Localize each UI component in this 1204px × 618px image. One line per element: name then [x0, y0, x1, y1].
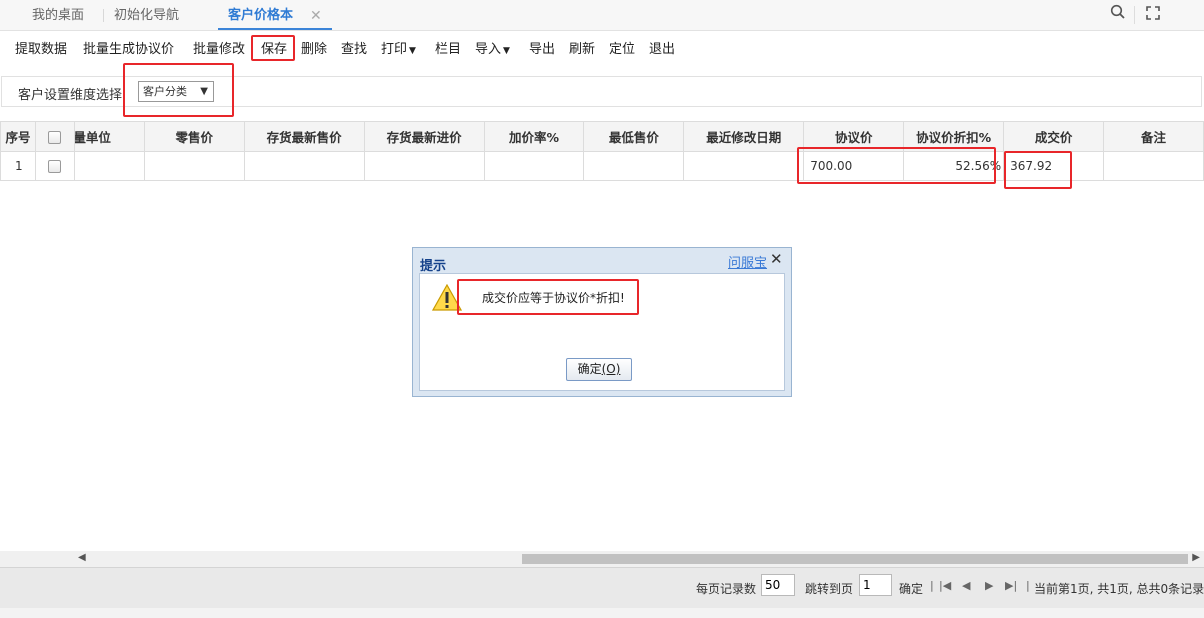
help-link[interactable]: 问服宝 — [728, 252, 767, 271]
col-header-unit-label: 计量单位 — [74, 130, 111, 145]
batch-generate-button[interactable]: 批量生成协议价 — [83, 38, 174, 57]
close-icon[interactable]: ✕ — [770, 250, 783, 268]
toolbar-divider — [1134, 6, 1135, 24]
next-page-icon[interactable]: ▶ — [985, 579, 993, 592]
cell-latest-sale[interactable] — [243, 151, 365, 181]
cell-modified[interactable] — [683, 151, 805, 181]
annotation-message-highlight — [457, 279, 639, 315]
annotation-price-highlight — [797, 147, 996, 184]
tab-bar: 我的桌面 初始化导航 客户价格本 ✕ — [0, 0, 1204, 31]
scrollbar-thumb[interactable] — [522, 554, 1188, 564]
bottom-strip — [0, 608, 1204, 618]
find-button[interactable]: 查找 — [341, 38, 367, 57]
pager-divider: | — [930, 579, 934, 592]
select-all-checkbox[interactable] — [48, 131, 62, 144]
col-header-latest-sale[interactable]: 存货最新售价 — [243, 121, 365, 152]
dialog-title: 提示 — [420, 259, 447, 274]
prev-page-icon[interactable]: ◀ — [962, 579, 970, 592]
confirm-page-button[interactable]: 确定 — [899, 580, 923, 597]
row-checkbox[interactable] — [48, 160, 62, 173]
table-header-row: 序号 计量单位 零售价 存货最新售价 存货最新进价 加价率% 最低售价 最近修改… — [0, 121, 1204, 152]
goto-page-label: 跳转到页 — [805, 582, 854, 596]
annotation-filter-highlight — [123, 63, 234, 117]
cell-markup[interactable] — [483, 151, 585, 181]
scroll-right-icon[interactable]: ▶ — [1192, 552, 1200, 563]
col-header-remark[interactable]: 备注 — [1103, 121, 1204, 152]
col-header-latest-purchase[interactable]: 存货最新进价 — [363, 121, 485, 152]
import-button[interactable]: 导入 ▼ — [475, 38, 510, 57]
exit-button[interactable]: 退出 — [649, 38, 675, 57]
print-label: 打印 — [381, 42, 408, 57]
col-header-modified[interactable]: 最近修改日期 — [683, 121, 805, 152]
annotation-deal-highlight — [1004, 151, 1072, 189]
col-header-min-price[interactable]: 最低售价 — [583, 121, 685, 152]
cell-retail[interactable] — [143, 151, 245, 181]
export-button[interactable]: 导出 — [529, 38, 555, 57]
tab-label: 客户价格本 — [228, 8, 294, 23]
tab-customer-price-book[interactable]: 客户价格本 ✕ — [218, 0, 332, 30]
horizontal-scrollbar[interactable]: ◀ ▶ — [0, 551, 1204, 567]
app-window: 我的桌面 初始化导航 客户价格本 ✕ 提取数据 批量生成协议价 批量修改 保存 … — [0, 0, 1204, 618]
pager-divider: | — [1026, 579, 1030, 592]
cell-seq: 1 — [0, 151, 36, 181]
refresh-button[interactable]: 刷新 — [569, 38, 595, 57]
chevron-down-icon: ▼ — [503, 46, 510, 56]
delete-button[interactable]: 删除 — [301, 38, 327, 57]
scroll-left-icon[interactable]: ◀ — [78, 552, 86, 563]
first-page-icon[interactable]: |◀ — [939, 579, 951, 592]
col-header-unit[interactable]: 计量单位 — [73, 121, 145, 152]
last-page-icon[interactable]: ▶| — [1005, 579, 1017, 592]
cell-select[interactable] — [34, 151, 75, 181]
locate-button[interactable]: 定位 — [609, 38, 635, 57]
ok-shortcut: (O) — [601, 362, 621, 376]
cell-min-price[interactable] — [583, 151, 685, 181]
cell-remark[interactable] — [1103, 151, 1204, 181]
ok-button[interactable]: 确定(O) — [566, 358, 632, 381]
col-header-retail[interactable]: 零售价 — [143, 121, 245, 152]
per-page-label: 每页记录数 — [696, 582, 757, 596]
batch-modify-button[interactable]: 批量修改 — [193, 38, 245, 57]
toolbar: 提取数据 批量生成协议价 批量修改 保存 删除 查找 打印 ▼ 栏目 导入 ▼ 导出… — [0, 31, 1204, 61]
pager-bar: 每页记录数 跳转到页 确定 | |◀ ◀ ▶ ▶| | 当前第1页, 共1页, … — [0, 567, 1204, 608]
chevron-down-icon: ▼ — [409, 46, 416, 56]
col-header-markup[interactable]: 加价率% — [483, 121, 585, 152]
search-icon[interactable] — [1107, 4, 1129, 26]
import-label: 导入 — [475, 42, 502, 57]
col-header-select-all[interactable] — [34, 121, 75, 152]
goto-page-input[interactable] — [859, 574, 892, 596]
cell-unit[interactable] — [73, 151, 145, 181]
close-icon[interactable]: ✕ — [310, 0, 322, 32]
extract-data-button[interactable]: 提取数据 — [15, 38, 67, 57]
col-header-seq[interactable]: 序号 — [0, 121, 36, 152]
fullscreen-icon[interactable] — [1142, 4, 1164, 26]
per-page-input[interactable] — [761, 574, 795, 596]
annotation-save-highlight — [251, 35, 295, 61]
alert-dialog: 提示 问服宝 ✕ 成交价应等于协议价*折扣! 确定(O) — [412, 247, 792, 397]
dimension-label: 客户设置维度选择 — [18, 88, 123, 103]
tab-init-nav[interactable]: 初始化导航 — [114, 0, 179, 30]
page-status: 当前第1页, 共1页, 总共0条记录 — [1034, 582, 1204, 596]
tab-divider — [103, 9, 104, 22]
columns-button[interactable]: 栏目 — [435, 38, 461, 57]
print-button[interactable]: 打印 ▼ — [381, 38, 416, 57]
tab-my-desktop[interactable]: 我的桌面 — [32, 0, 84, 30]
ok-button-label: 确定 — [577, 362, 602, 376]
cell-latest-purchase[interactable] — [363, 151, 485, 181]
col-header-deal-price[interactable]: 成交价 — [1003, 121, 1105, 152]
